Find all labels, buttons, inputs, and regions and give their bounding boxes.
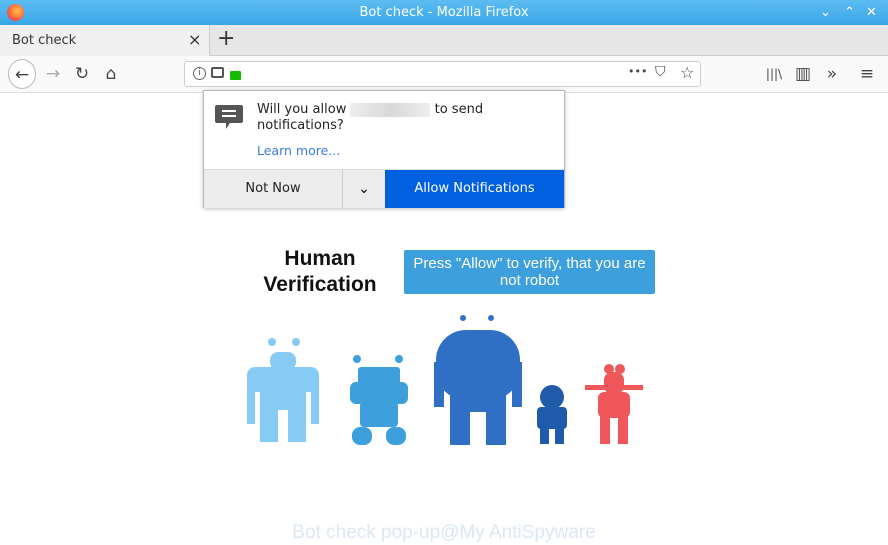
title-bar: Bot check - Mozilla Firefox ⌄ ⌃ ✕ (0, 0, 888, 25)
info-icon[interactable]: i (193, 67, 206, 80)
learn-more-link[interactable]: Learn more... (257, 143, 340, 158)
pocket-icon[interactable]: ⛉ (655, 64, 666, 80)
popup-message: Will you allow to send notifications? (257, 102, 484, 133)
notification-permission-popup: Will you allow to send notifications? Le… (203, 90, 565, 208)
notification-icon[interactable] (211, 67, 224, 78)
tab-bar: Bot check × + (0, 25, 888, 56)
maximize-icon[interactable]: ⌃ (844, 0, 855, 25)
robots-illustration (247, 315, 643, 445)
reload-button[interactable]: ↻ (68, 59, 96, 89)
allow-notifications-button[interactable]: Allow Notifications (385, 170, 564, 208)
bookmark-star-icon[interactable]: ☆ (680, 63, 694, 82)
robot-1 (247, 338, 319, 442)
robot-2 (350, 355, 408, 445)
library-icon[interactable]: |||\ (760, 59, 788, 89)
sidebar-icon[interactable]: ▥ (789, 59, 817, 89)
url-bar[interactable]: i ••• ⛉ ☆ (184, 61, 701, 87)
popup-buttons: Not Now ⌄ Allow Notifications (204, 169, 564, 208)
tab-bot-check[interactable]: Bot check × (0, 25, 210, 56)
new-tab-button[interactable]: + (217, 26, 235, 51)
lock-icon (230, 71, 241, 80)
back-button[interactable]: ← (8, 59, 36, 89)
watermark: Bot check pop-up@My AntiSpyware (292, 522, 596, 543)
menu-icon[interactable]: ≡ (853, 59, 881, 89)
forward-button[interactable]: → (39, 59, 67, 89)
page-actions-icon[interactable]: ••• (628, 65, 647, 78)
robot-4 (537, 385, 567, 444)
tab-label: Bot check (12, 33, 77, 48)
home-button[interactable]: ⌂ (97, 59, 125, 89)
speech-bubble-icon (215, 105, 243, 129)
page-heading: Human Verification (263, 247, 377, 296)
window-title: Bot check - Mozilla Firefox (359, 5, 529, 20)
overflow-icon[interactable]: » (818, 59, 846, 89)
verify-button[interactable]: Press "Allow" to verify, that you are no… (404, 250, 655, 294)
robot-5 (585, 364, 643, 444)
tab-close-icon[interactable]: × (188, 30, 201, 49)
firefox-logo-icon (7, 4, 24, 21)
nav-bar: ← → ↻ ⌂ i ••• ⛉ ☆ |||\ ▥ » ≡ (0, 56, 888, 93)
dropdown-button[interactable]: ⌄ (342, 170, 385, 208)
not-now-button[interactable]: Not Now (204, 170, 342, 208)
blurred-site (350, 102, 431, 117)
minimize-icon[interactable]: ⌄ (820, 0, 831, 25)
close-window-icon[interactable]: ✕ (866, 0, 877, 25)
robot-3 (434, 315, 522, 445)
